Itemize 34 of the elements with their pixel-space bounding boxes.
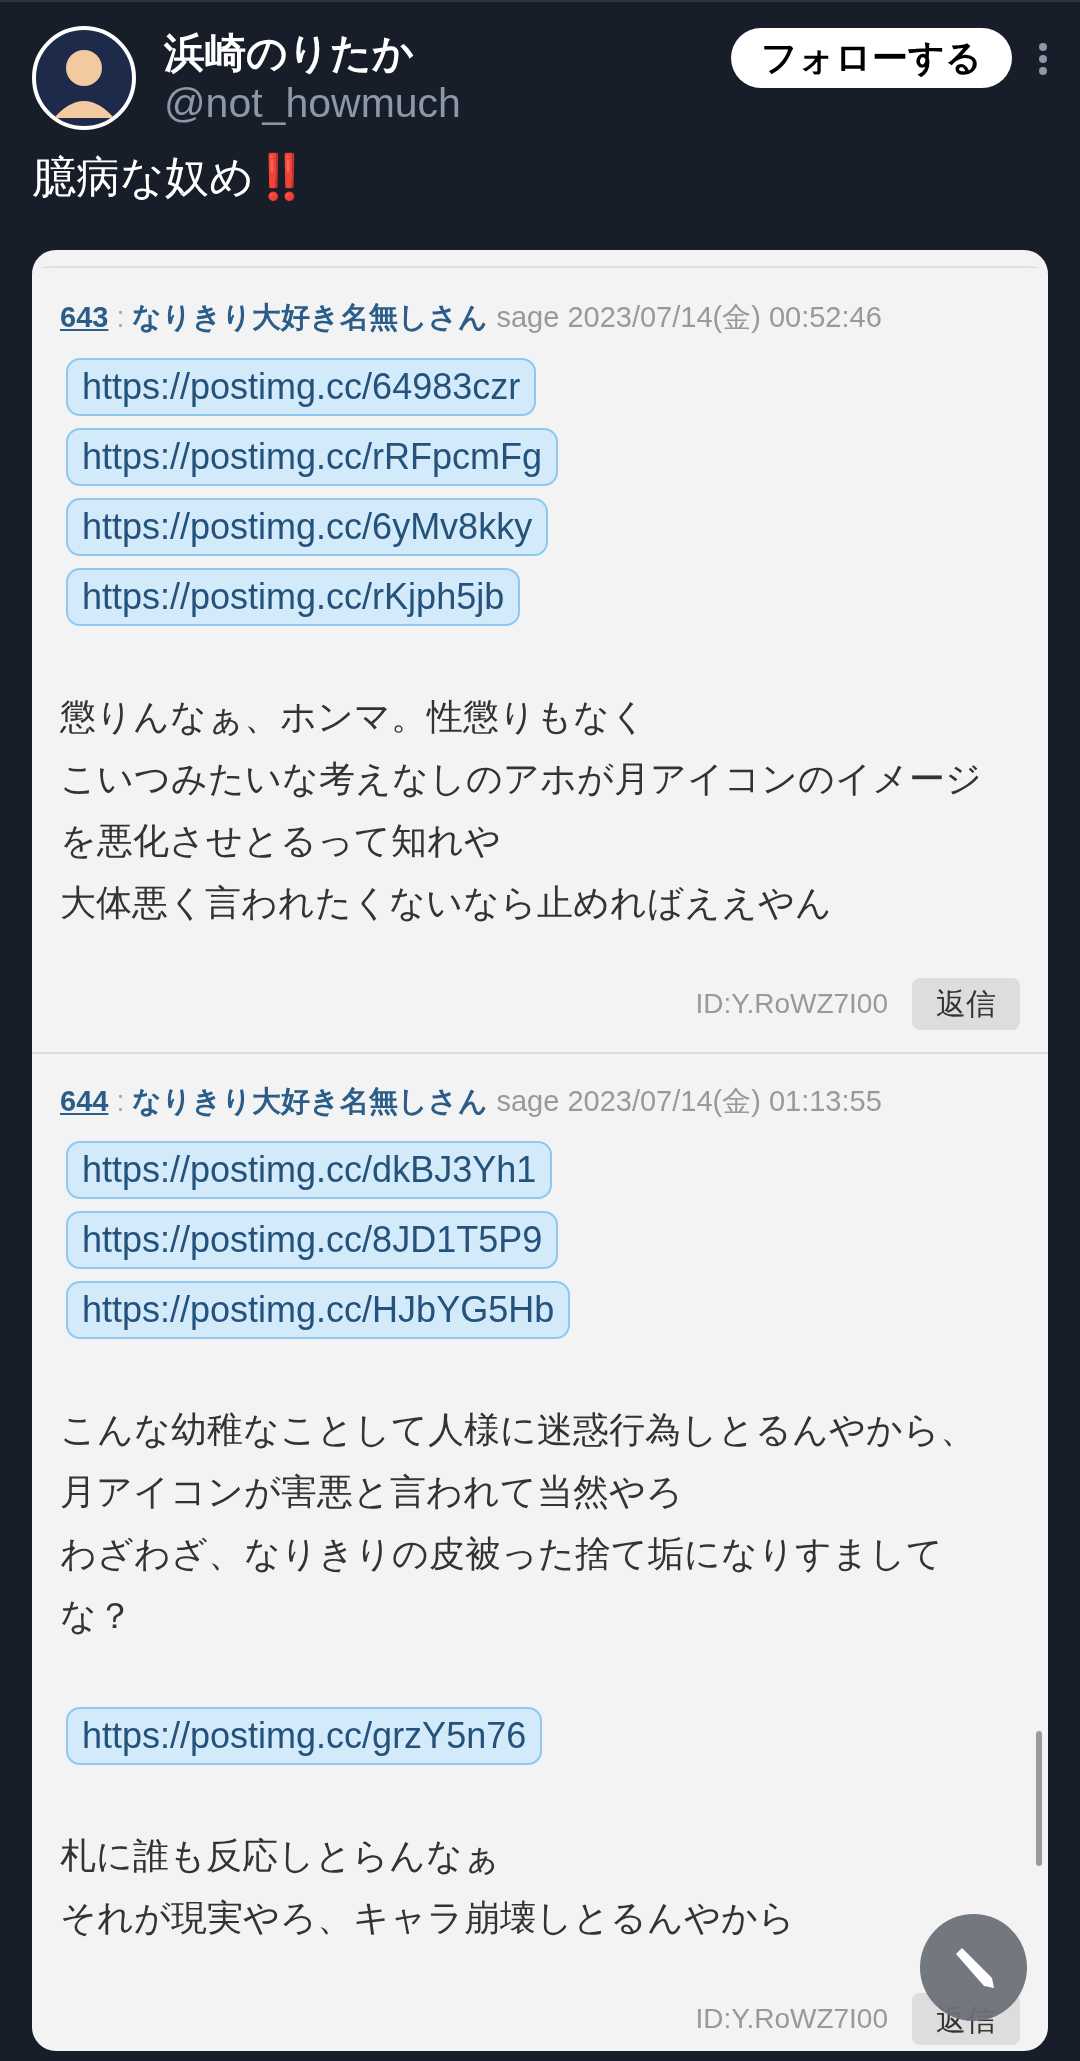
reply-button[interactable]: 返信 (912, 977, 1020, 1030)
image-link[interactable]: https://postimg.cc/rRFpcmFg (66, 427, 559, 486)
post-text: それが現実やろ、キャラ崩壊しとるんやから (60, 1896, 795, 1940)
image-link[interactable]: https://postimg.cc/rKjph5jb (66, 567, 521, 626)
post-text: こんな幼稚なことして人様に迷惑行為しとるんやから、 (60, 1408, 976, 1452)
post-text: 懲りんなぁ、ホンマ。性懲りもなく (60, 694, 647, 739)
image-link[interactable]: https://postimg.cc/grzY5n76 (66, 1707, 543, 1765)
poster-name: なりきり大好き名無しさん (132, 1083, 489, 1119)
avatar[interactable] (32, 26, 136, 130)
image-link[interactable]: https://postimg.cc/dkBJ3Yh1 (66, 1141, 553, 1199)
user-name: 浜崎のりたか (164, 29, 415, 78)
image-link[interactable]: https://postimg.cc/64983czr (66, 357, 537, 416)
image-link[interactable]: https://postimg.cc/8JD1T5P9 (66, 1211, 559, 1269)
post-meta: sage 2023/07/14(金) 01:13:55 (496, 1083, 882, 1119)
post-number-link[interactable]: 643 (60, 296, 109, 340)
separator: : (116, 1083, 125, 1119)
post-text: こいつみたいな考えなしのアホが月アイコンのイメージを悪化させとるって知れや (60, 756, 983, 863)
image-link[interactable]: https://postimg.cc/6yMv8kky (66, 497, 549, 556)
user-handle: @not_howmuch (164, 79, 461, 128)
separator: : (116, 300, 125, 335)
follow-button[interactable]: フォローする (731, 28, 1012, 88)
tweet-text: 臆病な奴め‼ (31, 151, 310, 203)
post-text: 大体悪く言われたくないなら止めればええやん (60, 880, 832, 925)
scrollbar[interactable] (1036, 1731, 1042, 1866)
poster-name: なりきり大好き名無しさん (132, 300, 489, 335)
image-link[interactable]: https://postimg.cc/HJbYG5Hb (66, 1281, 571, 1339)
post-text: 札に誰も反応しとらんなぁ (60, 1834, 500, 1878)
post-text: わざわざ、なりきりの皮被った捨て垢になりすましてな？ (60, 1532, 944, 1638)
post-text: 月アイコンが害悪と言われて当然やろ (60, 1470, 683, 1514)
more-icon[interactable] (1038, 42, 1048, 76)
post-number-link[interactable]: 644 (60, 1079, 109, 1123)
post-meta: sage 2023/07/14(金) 00:52:46 (496, 300, 882, 335)
poster-id: ID:Y.RoWZ7I00 (695, 986, 888, 1021)
poster-id: ID:Y.RoWZ7I00 (695, 2002, 888, 2036)
